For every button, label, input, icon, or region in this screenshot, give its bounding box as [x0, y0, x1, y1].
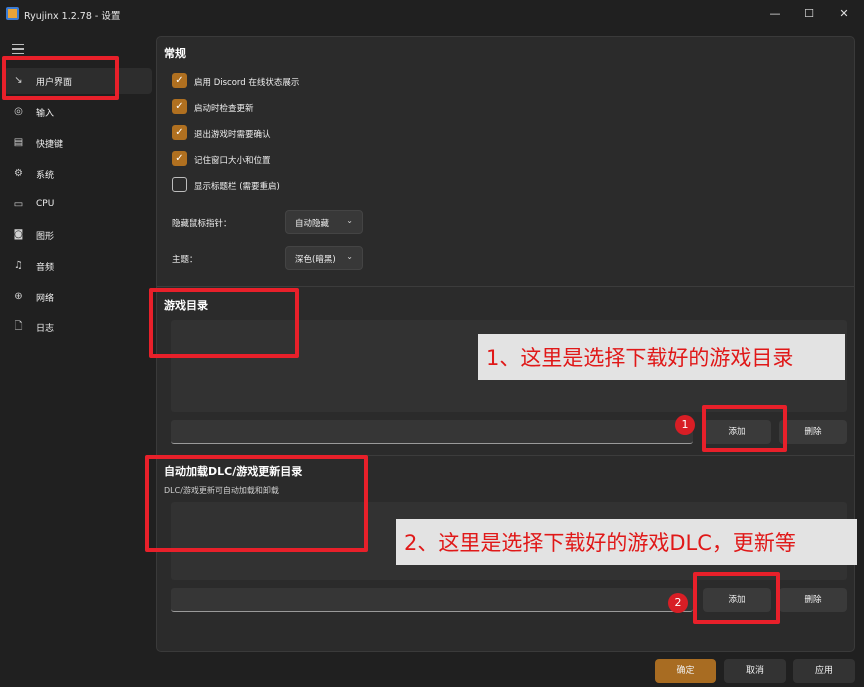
- sidebar-item-label: 日志: [36, 324, 55, 334]
- gear-icon: ⚙: [14, 168, 23, 179]
- sidebar-item-label: 图形: [36, 232, 55, 242]
- hide-cursor-label: 隐藏鼠标指针：: [172, 219, 232, 229]
- sidebar-item-audio[interactable]: ♫ 音频: [4, 253, 152, 279]
- sidebar-item-system[interactable]: ⚙ 系统: [4, 161, 152, 187]
- annotation-badge-2: 2: [668, 593, 688, 613]
- remove-autoload-dir-button[interactable]: 删除: [779, 588, 847, 612]
- remember-window-label: 记住窗口大小和位置: [194, 156, 271, 166]
- image-icon: ◙: [13, 229, 24, 240]
- check-updates-label: 启动时检查更新: [194, 104, 254, 114]
- title-bar: Ryujinx 1.2.78 - 设置 — ☐ ✕: [0, 0, 864, 28]
- remember-window-checkbox[interactable]: ✓: [172, 151, 187, 166]
- keyboard-icon: ▤: [13, 137, 24, 148]
- annotation-box-game-dirs: [149, 288, 299, 358]
- annotation-callout-autoload: 2、这里是选择下载好的游戏DLC，更新等: [396, 519, 857, 565]
- maximize-button[interactable]: ☐: [801, 6, 817, 22]
- sidebar-item-logging[interactable]: 🗋 日志: [4, 314, 152, 340]
- discord-presence-label: 启用 Discord 在线状态展示: [194, 78, 300, 88]
- music-note-icon: ♫: [14, 260, 23, 271]
- chevron-down-icon: ⌄: [346, 216, 353, 225]
- show-titlebar-checkbox[interactable]: [172, 177, 187, 192]
- confirm-exit-checkbox[interactable]: ✓: [172, 125, 187, 140]
- apply-button[interactable]: 应用: [793, 659, 855, 683]
- hide-cursor-dropdown[interactable]: 自动隐藏 ⌄: [285, 210, 363, 234]
- theme-dropdown[interactable]: 深色(暗黑) ⌄: [285, 246, 363, 270]
- minimize-button[interactable]: —: [767, 6, 783, 22]
- sidebar-item-label: 输入: [36, 109, 55, 119]
- cpu-icon: ▭: [13, 199, 24, 210]
- section-divider: [157, 286, 854, 287]
- theme-value: 深色(暗黑): [295, 255, 336, 265]
- check-updates-checkbox[interactable]: ✓: [172, 99, 187, 114]
- show-titlebar-label: 显示标题栏 (需要重启): [194, 182, 280, 192]
- general-section-title: 常规: [164, 47, 186, 60]
- globe-icon: ⊕: [14, 291, 23, 302]
- annotation-badge-1: 1: [675, 415, 695, 435]
- sidebar-item-input[interactable]: ◎ 输入: [4, 99, 152, 125]
- discord-presence-checkbox[interactable]: ✓: [172, 73, 187, 88]
- window-title: Ryujinx 1.2.78 - 设置: [24, 11, 121, 22]
- sidebar-item-label: 网络: [36, 294, 55, 304]
- game-dir-path-input[interactable]: [171, 420, 693, 444]
- ryujinx-logo-icon: [6, 7, 19, 20]
- document-icon: 🗋: [14, 321, 23, 332]
- hamburger-menu-icon[interactable]: [12, 44, 24, 57]
- sidebar-item-label: 音频: [36, 263, 55, 273]
- sidebar-item-hotkeys[interactable]: ▤ 快捷键: [4, 130, 152, 156]
- annotation-callout-game-dirs: 1、这里是选择下载好的游戏目录: [478, 334, 845, 380]
- autoload-dir-path-input[interactable]: [171, 588, 693, 612]
- hide-cursor-value: 自动隐藏: [295, 219, 330, 229]
- annotation-box-add-autoload: [693, 572, 780, 624]
- sidebar-item-network[interactable]: ⊕ 网络: [4, 284, 152, 310]
- sidebar-item-graphics[interactable]: ◙ 图形: [4, 222, 152, 248]
- confirm-exit-label: 退出游戏时需要确认: [194, 130, 271, 140]
- chevron-down-icon: ⌄: [346, 252, 353, 261]
- sidebar-item-label: 快捷键: [36, 140, 64, 150]
- annotation-box-ui: [2, 56, 119, 100]
- sidebar-item-cpu[interactable]: ▭ CPU: [4, 192, 152, 218]
- cancel-button[interactable]: 取消: [724, 659, 786, 683]
- annotation-box-autoload: [145, 455, 368, 552]
- close-button[interactable]: ✕: [836, 6, 852, 22]
- annotation-box-add-game-dir: [702, 405, 787, 452]
- gamepad-icon: ◎: [14, 106, 23, 117]
- sidebar-item-label: CPU: [36, 199, 55, 209]
- theme-label: 主题：: [172, 255, 198, 265]
- ok-button[interactable]: 确定: [655, 659, 716, 683]
- sidebar-item-label: 系统: [36, 171, 55, 181]
- remove-game-dir-button[interactable]: 删除: [779, 420, 847, 444]
